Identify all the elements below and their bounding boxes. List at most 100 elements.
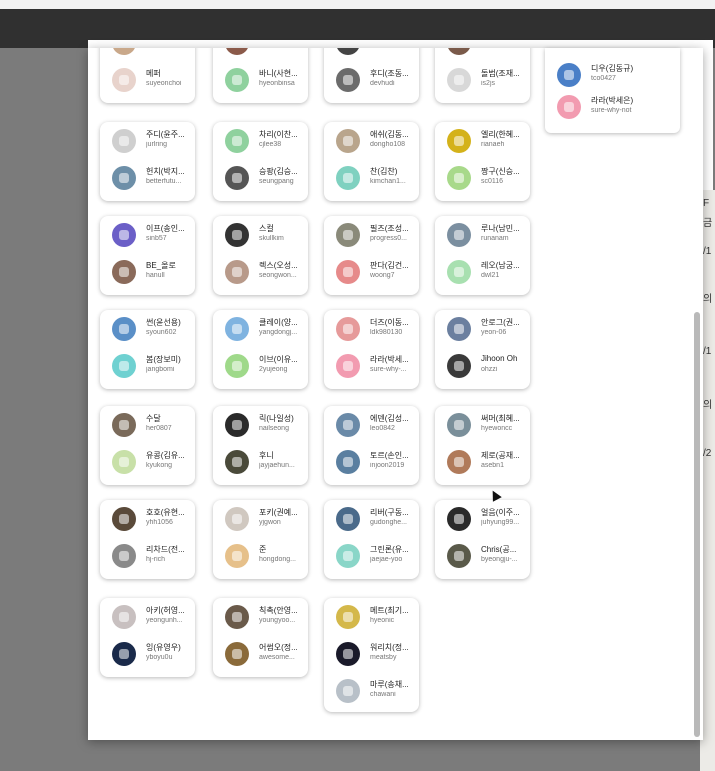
- team-card: 더즈(이동... ldk980130 라라(박세... sure-why-...: [324, 310, 419, 389]
- member-item[interactable]: 아키(허영... yeongunh...: [100, 602, 195, 632]
- member-item[interactable]: 메퍼 suyeonchoi: [100, 65, 195, 95]
- member-item[interactable]: 잉(유영우) yboyu0u: [100, 639, 195, 669]
- member-item[interactable]: 돌범(조재... is2js: [435, 65, 530, 95]
- member-name: 루나(남민...: [481, 224, 520, 233]
- member-item[interactable]: 호호(유현... yhh1056: [100, 504, 195, 534]
- member-item[interactable]: 바니(사현... hyeonbinsa: [213, 65, 308, 95]
- member-item[interactable]: 애쉬(김동... dongho108: [324, 126, 419, 156]
- member-name: 후디(조동...: [370, 69, 409, 78]
- member-item[interactable]: 주디(윤주... jurlring: [100, 126, 195, 156]
- member-item[interactable]: 라라(박세은) sure-why-not: [545, 92, 680, 122]
- member-item[interactable]: 판다(김건... woong7: [324, 257, 419, 287]
- avatar: [112, 166, 136, 190]
- avatar: [225, 507, 249, 531]
- team-card: 필즈(조성... progress0... 판다(김건... woong7: [324, 216, 419, 295]
- member-id: hyeonic: [370, 617, 395, 624]
- team-card: 주디(윤주... jurlring 헌치(박지... betterfutu...: [100, 122, 195, 201]
- member-item[interactable]: 승팡(김승... seungpang: [213, 163, 308, 193]
- avatar: [112, 507, 136, 531]
- member-item[interactable]: 토르(손인... injoon2019: [324, 447, 419, 477]
- member-item[interactable]: Jihoon Oh ohzzi: [435, 351, 530, 381]
- member-item[interactable]: 준 hongdong...: [213, 541, 308, 571]
- member-item[interactable]: 워리치(정... meatsby: [324, 639, 419, 669]
- member-name: 릭(나일성): [259, 414, 294, 423]
- member-item[interactable]: 어썸오(정... awesome...: [213, 639, 308, 669]
- member-item[interactable]: 메트(최기... hyeonic: [324, 602, 419, 632]
- member-item[interactable]: 엘리(한혜... rianaeh: [435, 126, 530, 156]
- member-item[interactable]: 레오(남궁... dwl21: [435, 257, 530, 287]
- avatar: [112, 317, 136, 341]
- avatar: [336, 507, 360, 531]
- team-card: 클레이(양... yangdongj... 이브(이유... 2yujeong: [213, 310, 308, 389]
- member-item[interactable]: 스컬 skullkim: [213, 220, 308, 250]
- member-item[interactable]: 칙촉(안영... youngyoo...: [213, 602, 308, 632]
- team-card: easthshin 메퍼 suyeonchoi: [100, 48, 195, 103]
- member-item[interactable]: 릭(나일성) nailseong: [213, 410, 308, 440]
- member-name: Jihoon Oh: [481, 354, 518, 363]
- member-item[interactable]: 클레이(양... yangdongj...: [213, 314, 308, 344]
- member-name: 라라(박세은): [591, 96, 634, 105]
- member-item[interactable]: 수달 her0807: [100, 410, 195, 440]
- member-item[interactable]: 이프(송인... sinb57: [100, 220, 195, 250]
- member-id: sc0116: [481, 178, 504, 185]
- member-item[interactable]: 짱구(신승... sc0116: [435, 163, 530, 193]
- member-name: 더즈(이동...: [370, 318, 409, 327]
- member-item[interactable]: easthshin: [100, 48, 195, 58]
- avatar: [336, 260, 360, 284]
- member-item[interactable]: 제로(공재... asebn1: [435, 447, 530, 477]
- avatar: [112, 544, 136, 568]
- member-name: 썬(윤선용): [146, 318, 181, 327]
- member-id: juhyung99...: [481, 519, 520, 526]
- member-name: Chris(공...: [481, 545, 517, 554]
- member-name: 얼음(이주...: [481, 508, 520, 517]
- member-item[interactable]: BE_올로 hanull: [100, 257, 195, 287]
- member-item[interactable]: 차리(이찬... cjlee38: [213, 126, 308, 156]
- member-item[interactable]: 이브(이유... 2yujeong: [213, 351, 308, 381]
- member-id: jurlring: [146, 141, 168, 148]
- member-item[interactable]: 루나(남민... runanam: [435, 220, 530, 250]
- member-item[interactable]: 후디(조동... devhudi: [324, 65, 419, 95]
- member-name: BE_올로: [146, 261, 176, 270]
- member-item[interactable]: 디우(김동규) tco0427: [545, 60, 680, 90]
- team-card: tonic523 후디(조동... devhudi: [324, 48, 419, 103]
- member-name: 수달: [146, 414, 161, 423]
- member-item[interactable]: 마루(송채... chawani: [324, 676, 419, 706]
- avatar: [112, 68, 136, 92]
- avatar: [225, 544, 249, 568]
- member-item[interactable]: 렉스(오성... seongwon...: [213, 257, 308, 287]
- member-item[interactable]: 그린론(유... jaejae-yoo: [324, 541, 419, 571]
- member-item[interactable]: 얼음(이주... juhyung99...: [435, 504, 530, 534]
- member-item[interactable]: 에덴(김성... leo0842: [324, 410, 419, 440]
- member-name: 봄(장보미): [146, 355, 181, 364]
- modal-scrollbar[interactable]: [694, 312, 700, 737]
- member-item[interactable]: tonic523: [324, 48, 419, 58]
- member-item[interactable]: 리차드(전... hj-rich: [100, 541, 195, 571]
- member-item[interactable]: 포키(권예... yjgwon: [213, 504, 308, 534]
- member-item[interactable]: 안로그(권... yeon-06: [435, 314, 530, 344]
- member-name: 짱구(신승...: [481, 167, 520, 176]
- member-item[interactable]: 필즈(조성... progress0...: [324, 220, 419, 250]
- member-item[interactable]: soominso...: [213, 48, 308, 58]
- avatar: [447, 129, 471, 153]
- member-item[interactable]: 라라(박세... sure-why-...: [324, 351, 419, 381]
- team-card: 메트(최기... hyeonic 워리치(정... meatsby 마루(송채... ch…: [324, 598, 419, 712]
- member-item[interactable]: 써머(최혜... hyewoncc: [435, 410, 530, 440]
- member-id: injoon2019: [370, 462, 405, 469]
- member-id: yhh1056: [146, 519, 173, 526]
- member-name: 스컬: [259, 224, 274, 233]
- member-item[interactable]: 리버(구동... gudonghe...: [324, 504, 419, 534]
- member-item[interactable]: 봄(장보미) jangbomi: [100, 351, 195, 381]
- avatar: [447, 166, 471, 190]
- member-item[interactable]: 썬(윤선용) syoun602: [100, 314, 195, 344]
- member-name: 찬(김찬): [370, 167, 398, 176]
- member-item[interactable]: wishoon: [435, 48, 530, 58]
- team-card: 포키(권예... yjgwon 준 hongdong...: [213, 500, 308, 579]
- avatar: [447, 317, 471, 341]
- member-item[interactable]: Chris(공... byeongju-...: [435, 541, 530, 571]
- member-item[interactable]: 유콩(김유... kyukong: [100, 447, 195, 477]
- member-item[interactable]: 더즈(이동... ldk980130: [324, 314, 419, 344]
- member-name: 워리치(정...: [370, 643, 409, 652]
- member-item[interactable]: 후니 jayjaehun...: [213, 447, 308, 477]
- member-item[interactable]: 찬(김찬) kimchan1...: [324, 163, 419, 193]
- member-item[interactable]: 헌치(박지... betterfutu...: [100, 163, 195, 193]
